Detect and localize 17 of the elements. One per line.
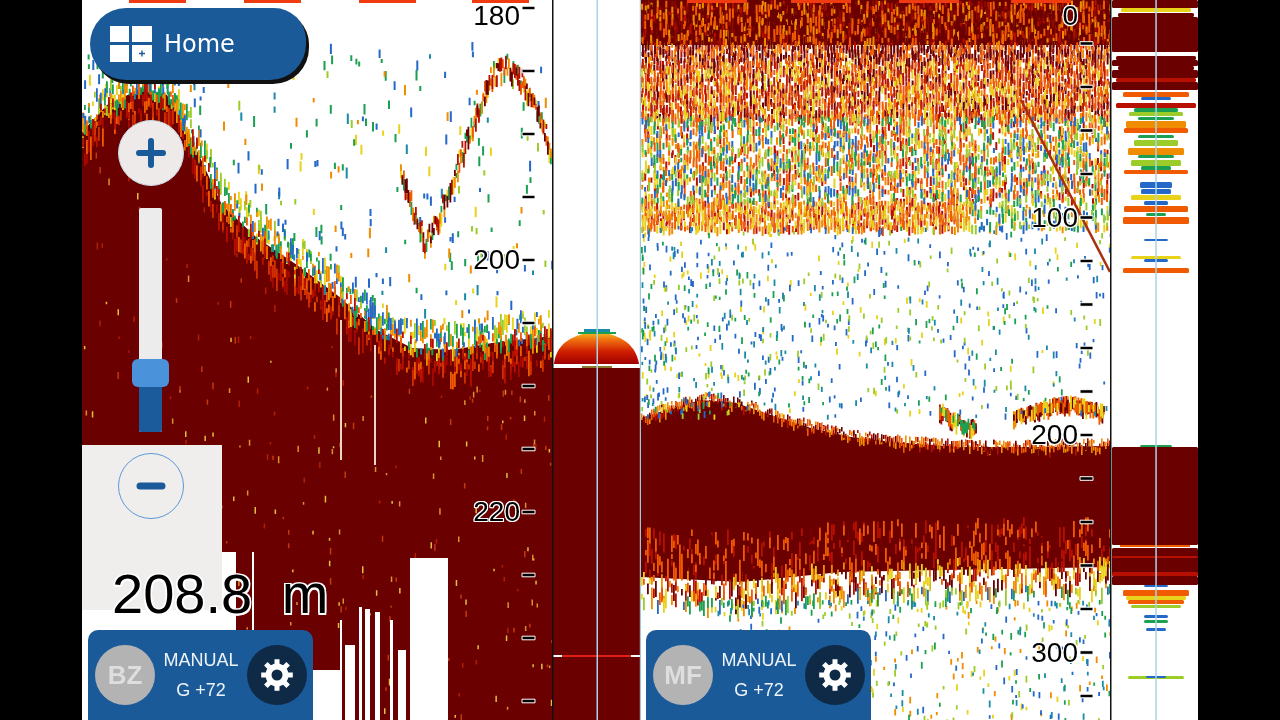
gain-value: G +72	[734, 679, 784, 702]
settings-icon	[261, 659, 293, 691]
depth-label: 200	[1031, 420, 1078, 450]
settings-icon	[819, 659, 851, 691]
slider-thumb[interactable]	[132, 359, 169, 388]
depth-label: 180	[473, 1, 520, 31]
grid-icon	[110, 26, 152, 62]
settings-button[interactable]	[805, 645, 865, 705]
depth-label: 300	[1031, 637, 1078, 668]
gain-mode-label: MANUAL	[721, 649, 797, 672]
depth-label: 200	[473, 245, 520, 275]
gain-mode-label: MANUAL	[163, 649, 239, 672]
depth-label: 220	[473, 497, 520, 527]
gain-value: G +72	[176, 679, 226, 702]
plus-icon	[136, 138, 166, 168]
settings-button[interactable]	[247, 645, 307, 705]
minus-icon	[136, 482, 166, 490]
